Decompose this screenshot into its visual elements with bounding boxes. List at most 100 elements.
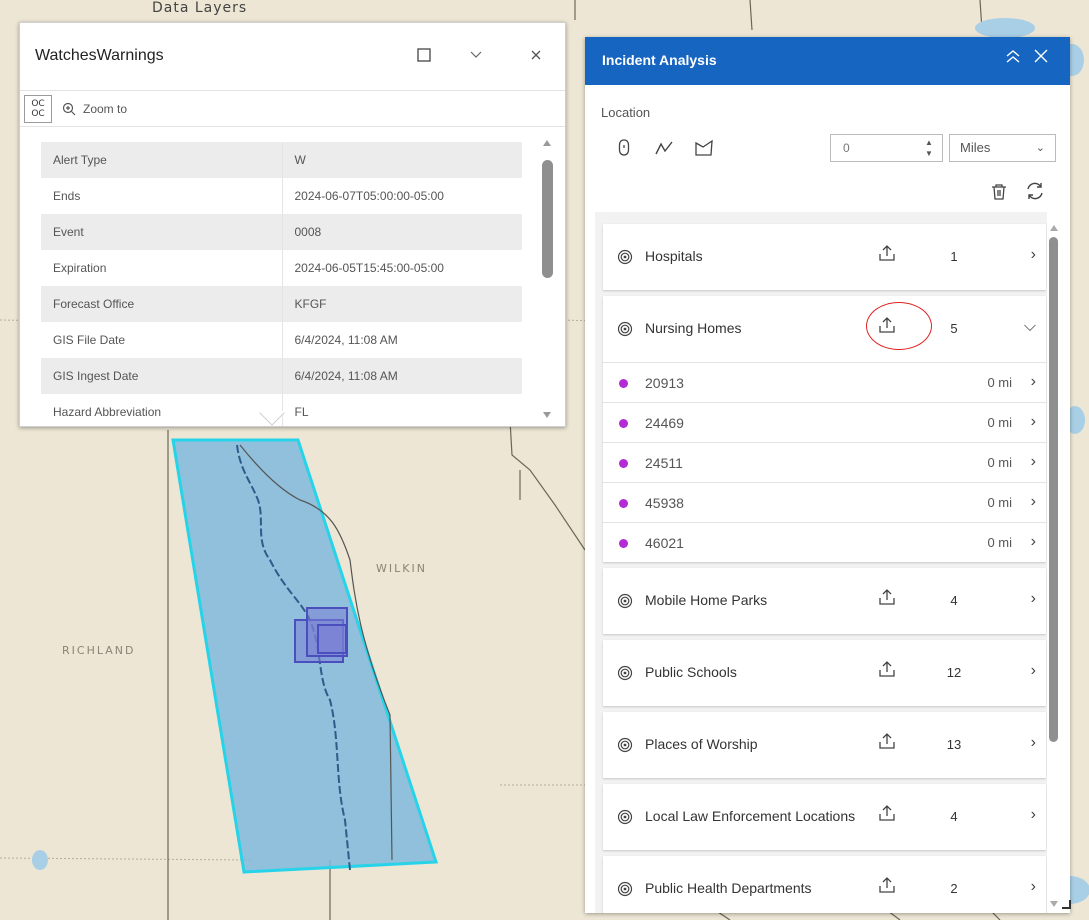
- layer-label: Hospitals: [645, 248, 703, 264]
- close-icon[interactable]: [1033, 48, 1049, 69]
- layer-target-icon: [617, 809, 633, 828]
- feature-count: 4: [950, 809, 958, 824]
- feature-row[interactable]: 46021 0 mi ›: [603, 522, 1046, 562]
- attribute-row: GIS Ingest Date 6/4/2024, 11:08 AM: [41, 358, 522, 394]
- close-icon[interactable]: [522, 41, 550, 69]
- point-tool-icon[interactable]: [613, 137, 635, 159]
- chevron-down-icon[interactable]: [462, 41, 490, 69]
- layer-card: Nursing Homes 5 ⌵ 20913 0 mi › 24469 0 mi › 24511…: [603, 296, 1046, 562]
- popup-header: WatchesWarnings: [20, 23, 565, 91]
- feature-distance: 0 mi: [987, 375, 1012, 390]
- layer-card: Public Health Departments 2 ›: [603, 856, 1046, 913]
- polygon-tool-icon[interactable]: [693, 137, 715, 159]
- scroll-up-arrow[interactable]: [543, 140, 551, 146]
- feature-dot-icon: [619, 539, 628, 548]
- scroll-thumb[interactable]: [1049, 237, 1058, 742]
- scroll-down-arrow[interactable]: [543, 412, 551, 418]
- layer-card: Places of Worship 13 ›: [603, 712, 1046, 778]
- layer-target-icon: [617, 665, 633, 684]
- unit-select[interactable]: Miles ⌄: [949, 134, 1056, 162]
- export-icon[interactable]: [878, 876, 896, 897]
- chevron-down-icon: ⌄: [1035, 142, 1045, 154]
- layer-card-header[interactable]: Local Law Enforcement Locations 4 ›: [603, 784, 1046, 850]
- attribute-row: Forecast Office KFGF: [41, 286, 522, 322]
- chevron-right-icon[interactable]: ›: [1031, 453, 1036, 471]
- resize-handle[interactable]: [1062, 900, 1071, 909]
- feature-count: 12: [946, 665, 962, 680]
- layer-label: Local Law Enforcement Locations: [645, 808, 856, 824]
- refresh-icon[interactable]: [1025, 181, 1045, 206]
- chevron-down-icon[interactable]: ⌵: [1024, 318, 1036, 336]
- feature-dot-icon: [619, 499, 628, 508]
- layer-label: Public Health Departments: [645, 880, 812, 896]
- chevron-right-icon[interactable]: ›: [1031, 493, 1036, 511]
- layer-card-header[interactable]: Mobile Home Parks 4 ›: [603, 568, 1046, 634]
- highlight-annotation: [866, 302, 932, 350]
- scroll-thumb[interactable]: [542, 160, 553, 278]
- chevron-right-icon[interactable]: ›: [1031, 373, 1036, 391]
- dock-icon[interactable]: [410, 41, 438, 69]
- attribute-key: Expiration: [41, 250, 283, 286]
- attribute-row: Ends 2024-06-07T05:00:00-05:00: [41, 178, 522, 214]
- chevron-right-icon[interactable]: ›: [1031, 533, 1036, 551]
- chevron-right-icon[interactable]: ›: [1031, 662, 1036, 680]
- collapse-up-icon[interactable]: [1005, 48, 1021, 69]
- panel-header: Incident Analysis: [585, 37, 1070, 85]
- attribute-key: Ends: [41, 178, 283, 214]
- polyline-tool-icon[interactable]: [653, 137, 675, 159]
- panel-title: Incident Analysis: [602, 52, 717, 68]
- feature-row[interactable]: 20913 0 mi ›: [603, 362, 1046, 402]
- layer-target-icon: [617, 881, 633, 900]
- trash-icon[interactable]: [991, 183, 1007, 206]
- feature-distance: 0 mi: [987, 455, 1012, 470]
- feature-id: 45938: [645, 495, 684, 511]
- popup-scrollbar[interactable]: [541, 138, 553, 418]
- layer-card-header[interactable]: Public Schools 12 ›: [603, 640, 1046, 706]
- layer-card-header[interactable]: Nursing Homes 5 ⌵: [603, 296, 1046, 362]
- layer-label: Public Schools: [645, 664, 737, 680]
- unit-value: Miles: [960, 140, 991, 155]
- feature-id: 24511: [645, 455, 683, 471]
- chevron-right-icon[interactable]: ›: [1031, 590, 1036, 608]
- attribute-value: W: [294, 153, 306, 167]
- layer-label: Mobile Home Parks: [645, 592, 768, 608]
- layer-target-icon: [617, 737, 633, 756]
- chevron-right-icon[interactable]: ›: [1031, 878, 1036, 896]
- attribute-value: 2024-06-05T15:45:00-05:00: [294, 261, 444, 275]
- attribute-row: Alert Type W: [41, 142, 522, 178]
- export-icon[interactable]: [878, 588, 896, 609]
- export-icon[interactable]: [878, 660, 896, 681]
- panel-scrollbar[interactable]: [1048, 225, 1060, 907]
- layer-card-header[interactable]: Hospitals 1 ›: [603, 224, 1046, 290]
- distance-stepper[interactable]: ▲ ▼: [916, 135, 942, 161]
- export-icon[interactable]: [878, 244, 896, 265]
- export-icon[interactable]: [878, 732, 896, 753]
- scroll-down-arrow[interactable]: [1050, 901, 1058, 907]
- zoom-to-button[interactable]: Zoom to: [62, 102, 127, 116]
- feature-row[interactable]: 24469 0 mi ›: [603, 402, 1046, 442]
- chevron-right-icon[interactable]: ›: [1031, 734, 1036, 752]
- chevron-right-icon[interactable]: ›: [1031, 806, 1036, 824]
- feature-dot-icon: [619, 419, 628, 428]
- attribute-table: Alert Type W Ends 2024-06-07T05:00:00-05:00…: [41, 142, 522, 426]
- feature-row[interactable]: 45938 0 mi ›: [603, 482, 1046, 522]
- attribute-key: Event: [41, 214, 283, 250]
- layer-card-header[interactable]: Places of Worship 13 ›: [603, 712, 1046, 778]
- zoom-to-label: Zoom to: [83, 101, 128, 116]
- chevron-right-icon[interactable]: ›: [1031, 413, 1036, 431]
- popup-title: WatchesWarnings: [35, 47, 164, 64]
- distance-value: 0: [843, 141, 850, 155]
- oc-button[interactable]: OC OC: [24, 94, 52, 123]
- export-icon[interactable]: [878, 804, 896, 825]
- map-label-data-layers: Data Layers: [152, 0, 248, 16]
- feature-row[interactable]: 24511 0 mi ›: [603, 442, 1046, 482]
- scroll-up-arrow[interactable]: [1050, 225, 1058, 231]
- layer-card-header[interactable]: Public Health Departments 2 ›: [603, 856, 1046, 913]
- feature-id: 20913: [645, 375, 684, 391]
- distance-input[interactable]: 0 ▲ ▼: [830, 134, 943, 162]
- feature-id: 24469: [645, 415, 684, 431]
- layer-target-icon: [617, 321, 633, 340]
- chevron-right-icon[interactable]: ›: [1031, 246, 1036, 264]
- export-icon[interactable]: [878, 316, 896, 337]
- attribute-key: Hazard Abbreviation: [41, 394, 283, 426]
